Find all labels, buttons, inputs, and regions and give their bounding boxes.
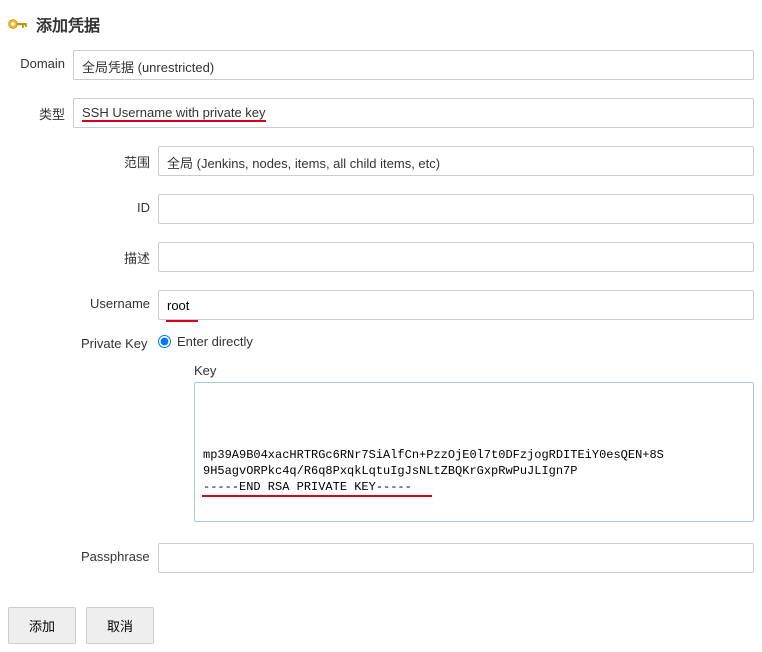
- enter-directly-label: Enter directly: [177, 334, 253, 349]
- domain-select[interactable]: [73, 50, 754, 80]
- key-icon: [8, 16, 28, 32]
- label-private-key: Private Key: [81, 334, 158, 351]
- button-bar: 添加 取消: [0, 603, 762, 652]
- label-username: Username: [8, 290, 158, 311]
- enter-directly-option[interactable]: Enter directly: [158, 334, 754, 349]
- username-input[interactable]: [158, 290, 754, 320]
- cancel-button[interactable]: 取消: [86, 607, 154, 644]
- scope-select[interactable]: [158, 146, 754, 176]
- add-button[interactable]: 添加: [8, 607, 76, 644]
- key-textarea[interactable]: mp39A9B04xacHRTRGc6RNr7SiAlfCn+PzzOjE0l7…: [194, 382, 754, 522]
- label-type: 类型: [8, 98, 73, 123]
- label-scope: 范围: [8, 146, 158, 171]
- id-input[interactable]: [158, 194, 754, 224]
- row-type: 类型 SSH Username with private key: [8, 98, 754, 128]
- page-header: 添加凭据: [0, 0, 762, 50]
- description-input[interactable]: [158, 242, 754, 272]
- label-description: 描述: [8, 242, 158, 267]
- enter-directly-radio[interactable]: [158, 335, 171, 348]
- credentials-form: Domain 全局凭据 (unrestricted) 类型 SSH Userna…: [0, 50, 762, 603]
- passphrase-input[interactable]: [158, 543, 754, 573]
- key-underline: [202, 495, 432, 497]
- label-passphrase: Passphrase: [8, 543, 158, 564]
- type-select[interactable]: [73, 98, 754, 128]
- label-domain: Domain: [8, 50, 73, 71]
- page-title: 添加凭据: [36, 12, 100, 36]
- row-domain: Domain 全局凭据 (unrestricted): [8, 50, 754, 80]
- label-id: ID: [8, 194, 158, 215]
- username-underline: [166, 320, 198, 322]
- label-key: Key: [194, 363, 754, 378]
